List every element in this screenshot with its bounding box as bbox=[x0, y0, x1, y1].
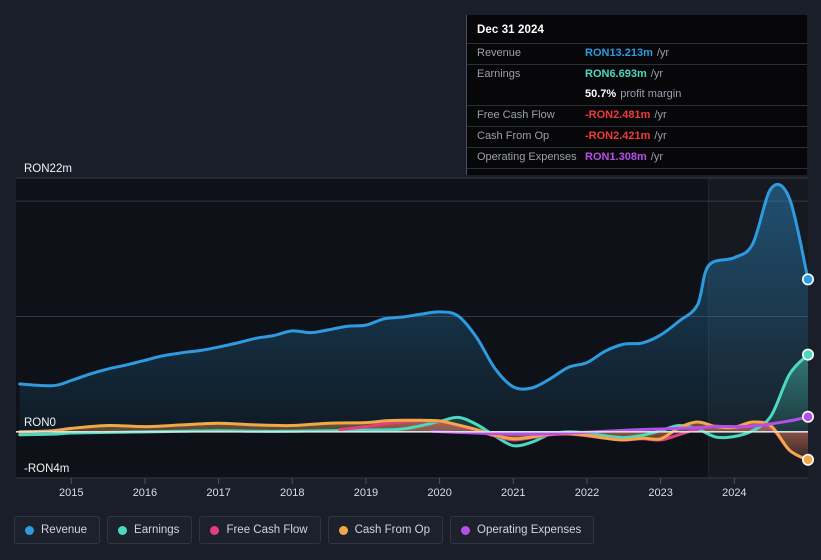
x-axis-label: 2016 bbox=[133, 487, 157, 499]
legend-color-dot bbox=[210, 525, 220, 535]
tooltip-unit-earnings: /yr bbox=[650, 68, 663, 80]
tooltip-label-free-cash-flow: Free Cash Flow bbox=[477, 109, 555, 121]
x-axis-label: 2023 bbox=[648, 487, 672, 499]
legend-color-dot bbox=[25, 525, 34, 535]
legend-color-dot bbox=[461, 525, 471, 535]
tooltip-unit-profit-margin: profit margin bbox=[620, 88, 682, 100]
tooltip-row-profit-margin: 50.7% profit margin bbox=[467, 85, 807, 105]
tooltip-row-cash-from-op: Cash From Op -RON2.421m /yr bbox=[467, 126, 807, 147]
legend-item-revenue[interactable]: Revenue bbox=[14, 516, 101, 544]
tooltip-row-earnings: Earnings RON6.693m /yr bbox=[467, 64, 807, 85]
legend-item-label: Revenue bbox=[41, 524, 88, 536]
tooltip-value-revenue: RON13.213m bbox=[585, 47, 653, 59]
tooltip-date: Dec 31 2024 bbox=[477, 24, 544, 36]
x-axis-label: 2017 bbox=[206, 487, 230, 499]
tooltip-unit-revenue: /yr bbox=[656, 47, 670, 59]
legend-item-cash-from-op[interactable]: Cash From Op bbox=[327, 516, 444, 544]
tooltip-row-free-cash-flow: Free Cash Flow -RON2.481m /yr bbox=[467, 105, 807, 126]
tooltip-row-revenue: Revenue RON13.213m /yr bbox=[467, 43, 807, 64]
tooltip-row-operating-expenses: Operating Expenses RON1.308m /yr bbox=[467, 147, 807, 168]
tooltip-unit-operating-expenses: /yr bbox=[650, 151, 663, 163]
tooltip-label-operating-expenses: Operating Expenses bbox=[477, 151, 577, 163]
x-axis-label: 2019 bbox=[354, 487, 378, 499]
tooltip-panel: Dec 31 2024 Revenue RON13.213m /yr Earni… bbox=[466, 15, 807, 175]
x-axis-label: 2020 bbox=[427, 487, 451, 499]
tooltip-value-earnings: RON6.693m bbox=[585, 68, 647, 80]
end-marker-operating-expenses bbox=[801, 410, 814, 423]
legend-item-earnings[interactable]: Earnings bbox=[107, 516, 193, 544]
tooltip-value-cash-from-op: -RON2.421m bbox=[585, 130, 651, 142]
legend-item-label: Cash From Op bbox=[354, 524, 431, 536]
y-axis-label: RON0 bbox=[24, 417, 56, 429]
chart-legend[interactable]: Revenue Earnings Free Cash Flow Cash From O… bbox=[14, 516, 595, 544]
stock-financials-chart: RON22m RON0 -RON4m 2015 2016 2017 2018 2019 2020… bbox=[0, 0, 821, 560]
tooltip-bottom-rule bbox=[467, 168, 807, 169]
x-axis-label: 2018 bbox=[280, 487, 304, 499]
legend-item-free-cash-flow[interactable]: Free Cash Flow bbox=[199, 516, 321, 544]
end-marker-earnings bbox=[801, 348, 814, 361]
legend-color-dot bbox=[118, 525, 128, 535]
end-marker-revenue bbox=[801, 273, 814, 286]
tooltip-value-operating-expenses: RON1.308m bbox=[585, 151, 647, 163]
tooltip-value-free-cash-flow: -RON2.481m bbox=[585, 109, 651, 121]
tooltip-label-earnings: Earnings bbox=[477, 68, 521, 80]
tooltip-unit-free-cash-flow: /yr bbox=[654, 109, 667, 121]
x-axis-label: 2024 bbox=[722, 487, 746, 499]
x-axis-label: 2021 bbox=[501, 487, 525, 499]
tooltip-unit-cash-from-op: /yr bbox=[654, 130, 667, 142]
end-marker-cash-from-op bbox=[801, 453, 814, 466]
tooltip-value-profit-margin: 50.7% bbox=[585, 88, 617, 100]
x-axis-label: 2022 bbox=[575, 487, 599, 499]
tooltip-label-cash-from-op: Cash From Op bbox=[477, 130, 550, 142]
legend-item-label: Operating Expenses bbox=[477, 524, 582, 536]
y-axis-label: -RON4m bbox=[24, 463, 69, 475]
legend-item-label: Earnings bbox=[134, 524, 180, 536]
legend-item-label: Free Cash Flow bbox=[226, 524, 308, 536]
x-axis-label: 2015 bbox=[59, 487, 83, 499]
legend-item-operating-expenses[interactable]: Operating Expenses bbox=[450, 516, 595, 544]
y-axis-label: RON22m bbox=[24, 163, 72, 175]
tooltip-label-revenue: Revenue bbox=[477, 47, 522, 59]
legend-color-dot bbox=[338, 525, 348, 535]
